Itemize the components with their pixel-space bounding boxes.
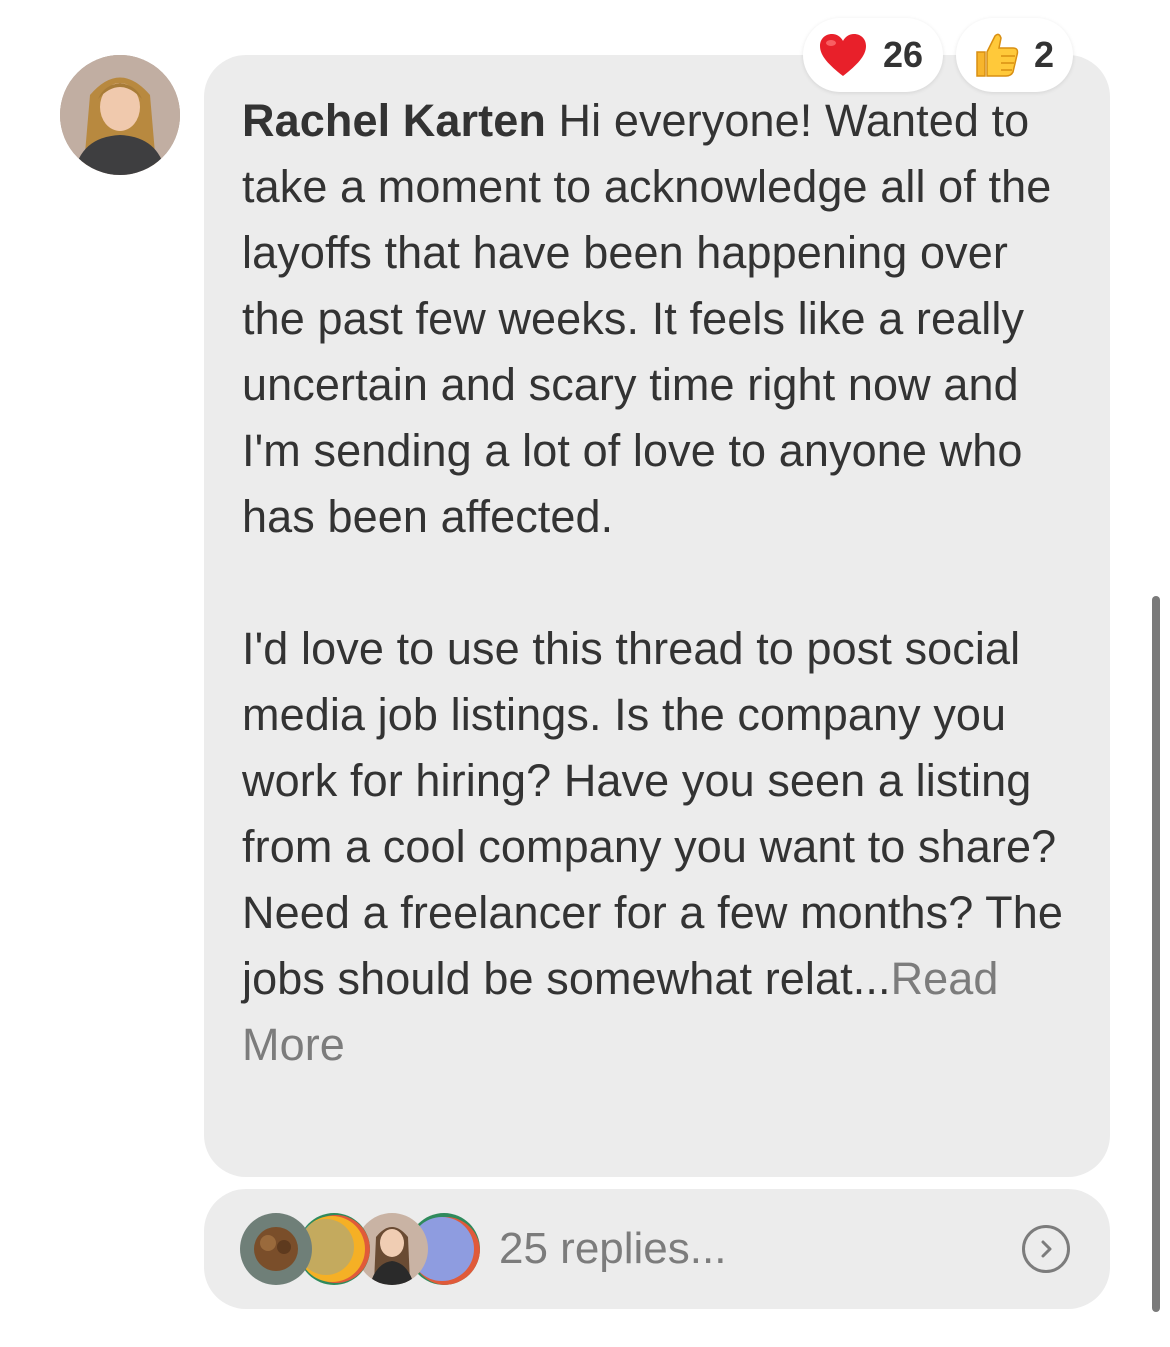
author-avatar[interactable] xyxy=(60,55,180,175)
message-paragraph-1: Rachel Karten Hi everyone! Wanted to tak… xyxy=(242,88,1080,550)
reaction-heart-count: 26 xyxy=(883,34,924,75)
chevron-right-icon[interactable] xyxy=(1022,1225,1070,1273)
replies-count-label[interactable]: 25 replies... xyxy=(499,1224,726,1274)
reaction-thumbs-up[interactable]: 2 xyxy=(956,18,1073,92)
author-name[interactable]: Rachel Karten xyxy=(242,95,546,146)
red-heart-icon xyxy=(817,29,869,81)
scrollbar-thumb[interactable] xyxy=(1152,596,1160,1312)
reaction-thumbs-count: 2 xyxy=(1034,34,1055,75)
reply-avatar xyxy=(240,1213,312,1285)
message-text-2: I'd love to use this thread to post soci… xyxy=(242,623,1064,1004)
reaction-heart[interactable]: 26 xyxy=(803,18,943,92)
reply-avatars xyxy=(240,1213,480,1285)
thumbs-up-icon xyxy=(970,29,1022,81)
message-bubble: Rachel Karten Hi everyone! Wanted to tak… xyxy=(204,55,1110,1177)
message-text-1: Hi everyone! Wanted to take a moment to … xyxy=(242,95,1052,542)
message-paragraph-2: I'd love to use this thread to post soci… xyxy=(242,616,1080,1078)
replies-bar[interactable]: 25 replies... xyxy=(204,1189,1110,1309)
author-avatar-image xyxy=(60,55,180,175)
